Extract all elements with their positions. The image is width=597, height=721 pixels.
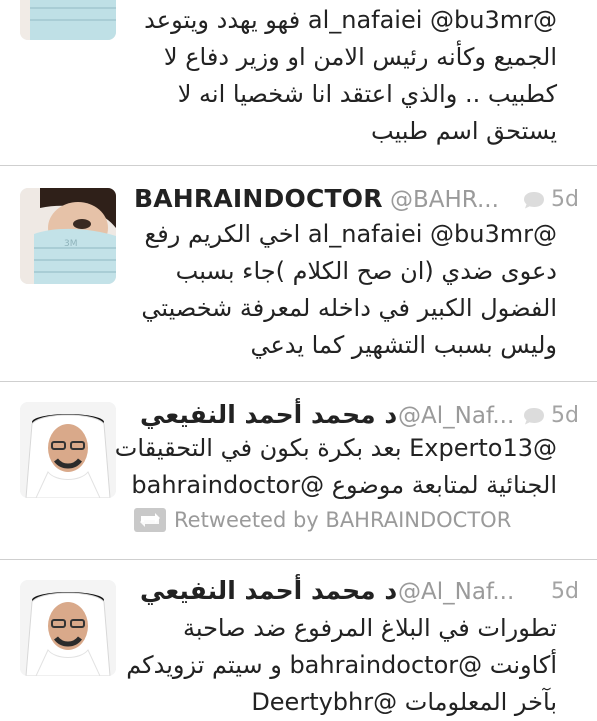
author-handle[interactable]: @Al_Naf... bbox=[398, 403, 514, 429]
tweet-header: BAHRAINDOCTOR @BAHR... 5d bbox=[132, 184, 579, 220]
tweet-text: @Experto13 بعد بكرة بكون في التحقيقات ال… bbox=[114, 434, 557, 499]
author-handle[interactable]: @Al_Naf... bbox=[398, 579, 514, 605]
tweet-item[interactable]: د محمد أحمد النفيعي @Al_Naf... 5d @Exper… bbox=[0, 382, 597, 560]
author-handle[interactable]: @BAHR... bbox=[390, 187, 499, 213]
tweet-text: @al_nafaiei @bu3mr اخي الكريم رفع دعوى ض… bbox=[141, 220, 557, 359]
tweet-header: د محمد أحمد النفيعي @Al_Naf... 5d bbox=[132, 576, 579, 612]
masked-doctor-avatar-icon bbox=[20, 0, 116, 40]
avatar[interactable]: 3M bbox=[20, 188, 116, 284]
masked-doctor-avatar-icon: 3M bbox=[20, 188, 116, 284]
author-name[interactable]: د محمد أحمد النفيعي bbox=[140, 400, 397, 429]
tweet-item[interactable]: @al_nafaiei @bu3mr فهو يهدد ويتوعد الجمي… bbox=[0, 0, 597, 166]
author-name[interactable]: د محمد أحمد النفيعي bbox=[140, 576, 397, 605]
tweet-item[interactable]: د محمد أحمد النفيعي @Al_Naf... 5d تطورات… bbox=[0, 560, 597, 720]
timestamp: 5d bbox=[523, 403, 579, 428]
avatar[interactable] bbox=[20, 0, 116, 40]
tweet-item[interactable]: 3M BAHRAINDOCTOR @BAHR... 5d @al_nafaiei… bbox=[0, 166, 597, 382]
author-name[interactable]: BAHRAINDOCTOR bbox=[134, 184, 383, 213]
retweeted-by[interactable]: Retweeted by BAHRAINDOCTOR bbox=[134, 508, 511, 532]
avatar[interactable] bbox=[20, 402, 116, 498]
retweet-icon bbox=[134, 508, 166, 532]
man-with-ghutra-avatar-icon bbox=[20, 580, 116, 676]
tweet-timeline: @al_nafaiei @bu3mr فهو يهدد ويتوعد الجمي… bbox=[0, 0, 597, 720]
avatar[interactable] bbox=[20, 580, 116, 676]
speech-bubble-icon[interactable] bbox=[523, 191, 545, 209]
tweet-text: تطورات في البلاغ المرفوع ضد صاحبة أكاونت… bbox=[126, 614, 557, 716]
timestamp: 5d bbox=[551, 579, 579, 604]
speech-bubble-icon[interactable] bbox=[523, 407, 545, 425]
timestamp: 5d bbox=[523, 187, 579, 212]
svg-text:3M: 3M bbox=[64, 239, 78, 249]
tweet-text: @al_nafaiei @bu3mr فهو يهدد ويتوعد الجمي… bbox=[144, 6, 557, 145]
man-with-ghutra-avatar-icon bbox=[20, 402, 116, 498]
